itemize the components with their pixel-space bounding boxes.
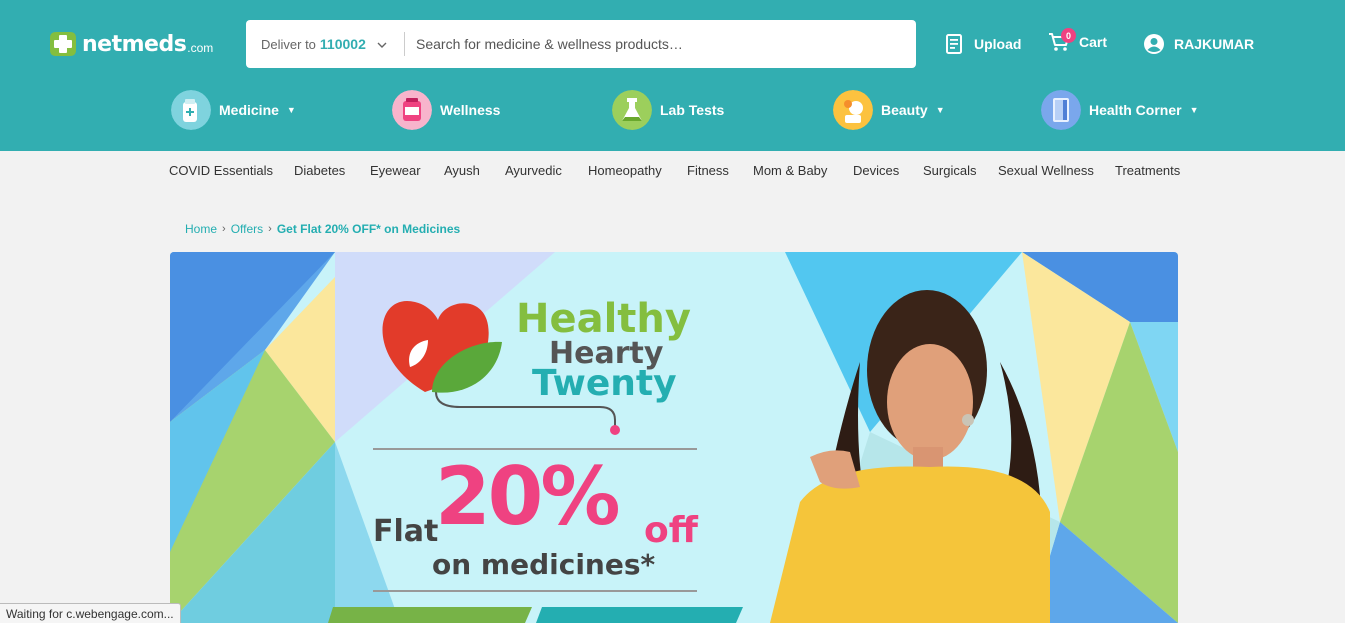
logo-cross-icon: [46, 30, 78, 58]
cart-icon: 0: [1048, 28, 1076, 53]
netmeds-logo[interactable]: netmeds .com: [46, 30, 213, 58]
subnav-sexual-wellness[interactable]: Sexual Wellness: [998, 163, 1094, 178]
upload-label: Upload: [974, 36, 1022, 52]
subnav-ayurvedic[interactable]: Ayurvedic: [505, 163, 562, 178]
cart-count-badge: 0: [1061, 28, 1076, 43]
search-input[interactable]: [416, 29, 896, 59]
category-medicine[interactable]: Medicine ▼: [171, 88, 296, 132]
lab-tests-icon: [612, 90, 652, 130]
subnav-fitness[interactable]: Fitness: [687, 163, 729, 178]
logo-tld: .com: [187, 41, 214, 55]
subnav-ayush[interactable]: Ayush: [444, 163, 480, 178]
breadcrumb-home[interactable]: Home: [185, 222, 217, 236]
user-name: RAJKUMAR: [1174, 36, 1255, 52]
category-label: Beauty: [881, 102, 928, 118]
beauty-icon: [833, 90, 873, 130]
subnav-treatments[interactable]: Treatments: [1115, 163, 1180, 178]
upload-button[interactable]: Upload: [943, 32, 1021, 56]
banner-on-medicines: on medicines*: [432, 548, 656, 581]
cart-button[interactable]: 0 Cart: [1048, 28, 1108, 54]
subnav-devices[interactable]: Devices: [853, 163, 899, 178]
breadcrumb-offers[interactable]: Offers: [231, 222, 263, 236]
category-lab-tests[interactable]: Lab Tests: [612, 88, 724, 132]
category-label: Health Corner: [1089, 102, 1182, 118]
category-health-corner[interactable]: Health Corner ▼: [1041, 88, 1199, 132]
site-header: netmeds .com Deliver to 110002 Upload: [0, 0, 1345, 151]
chevron-down-icon: [377, 37, 387, 51]
banner-flat: Flat: [373, 514, 439, 549]
offer-banner[interactable]: Healthy Hearty Twenty Flat 20% off on me…: [170, 252, 1178, 623]
logo-text: netmeds: [82, 31, 187, 57]
chevron-right-icon: ›: [222, 223, 226, 235]
medicine-icon: [171, 90, 211, 130]
pincode: 110002: [319, 36, 366, 52]
caret-down-icon: ▼: [935, 105, 945, 115]
category-label: Medicine: [219, 102, 279, 118]
health-corner-icon: [1041, 90, 1081, 130]
caret-down-icon: ▼: [1189, 105, 1199, 115]
banner-line-twenty: Twenty: [532, 363, 677, 404]
category-wellness[interactable]: Wellness: [392, 88, 500, 132]
subnav-eyewear[interactable]: Eyewear: [370, 163, 421, 178]
category-beauty[interactable]: Beauty ▼: [833, 88, 945, 132]
subnav-mom-baby[interactable]: Mom & Baby: [753, 163, 827, 178]
sub-navigation: COVID Essentials Diabetes Eyewear Ayush …: [0, 151, 1345, 191]
banner-percent: 20%: [435, 450, 620, 543]
user-avatar-icon: [1143, 33, 1165, 55]
subnav-homeopathy[interactable]: Homeopathy: [588, 163, 662, 178]
deliver-label: Deliver to: [261, 36, 316, 52]
deliver-to-selector[interactable]: Deliver to 110002: [246, 32, 405, 56]
breadcrumb-current: Get Flat 20% OFF* on Medicines: [276, 222, 461, 236]
breadcrumb: Home › Offers › Get Flat 20% OFF* on Med…: [185, 222, 460, 236]
chevron-right-icon: ›: [268, 223, 272, 235]
banner-off: off: [644, 510, 698, 551]
browser-status-bar: Waiting for c.webengage.com...: [0, 603, 181, 623]
cart-label: Cart: [1079, 34, 1108, 50]
category-label: Wellness: [440, 102, 501, 118]
subnav-diabetes[interactable]: Diabetes: [294, 163, 345, 178]
wellness-icon: [392, 90, 432, 130]
prescription-icon: [943, 33, 965, 55]
caret-down-icon: ▼: [286, 105, 296, 115]
subnav-covid-essentials[interactable]: COVID Essentials: [169, 163, 273, 178]
user-account-button[interactable]: RAJKUMAR: [1143, 32, 1254, 56]
subnav-surgicals[interactable]: Surgicals: [923, 163, 976, 178]
search-bar: Deliver to 110002: [246, 20, 916, 68]
category-label: Lab Tests: [660, 102, 725, 118]
